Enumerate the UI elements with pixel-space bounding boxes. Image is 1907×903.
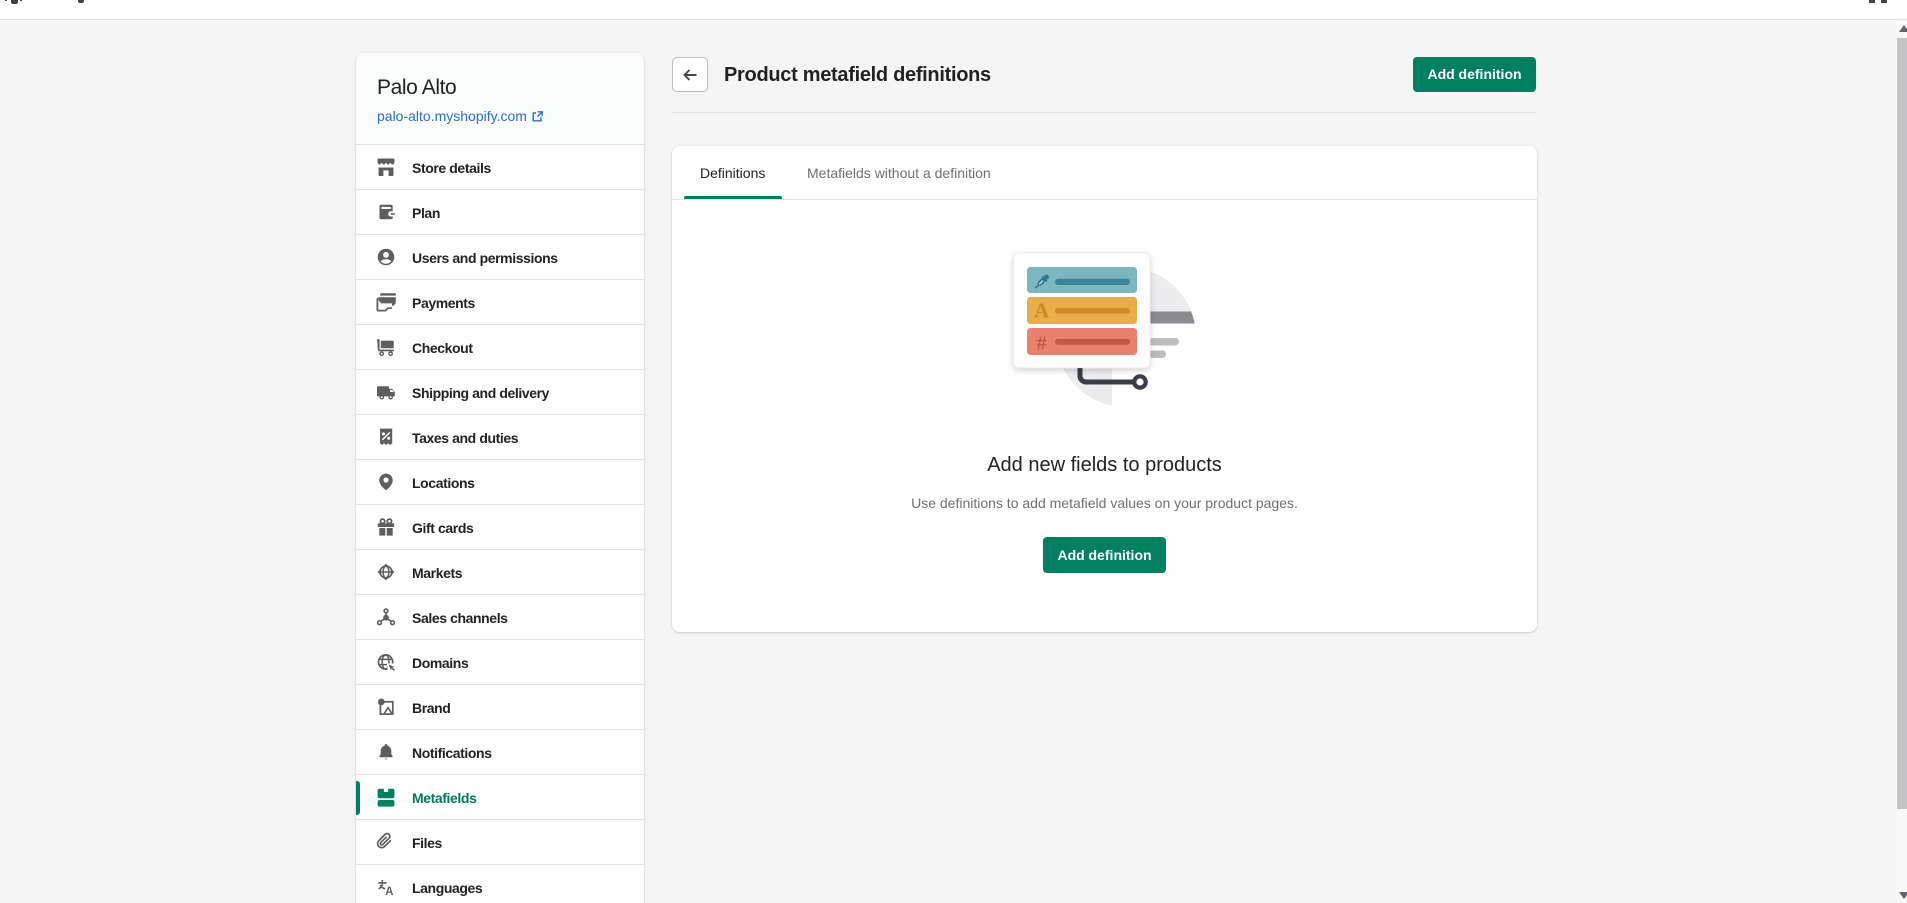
svg-text:A: A bbox=[1034, 299, 1050, 323]
svg-text:A: A bbox=[385, 886, 393, 897]
svg-text:#: # bbox=[1037, 332, 1047, 354]
